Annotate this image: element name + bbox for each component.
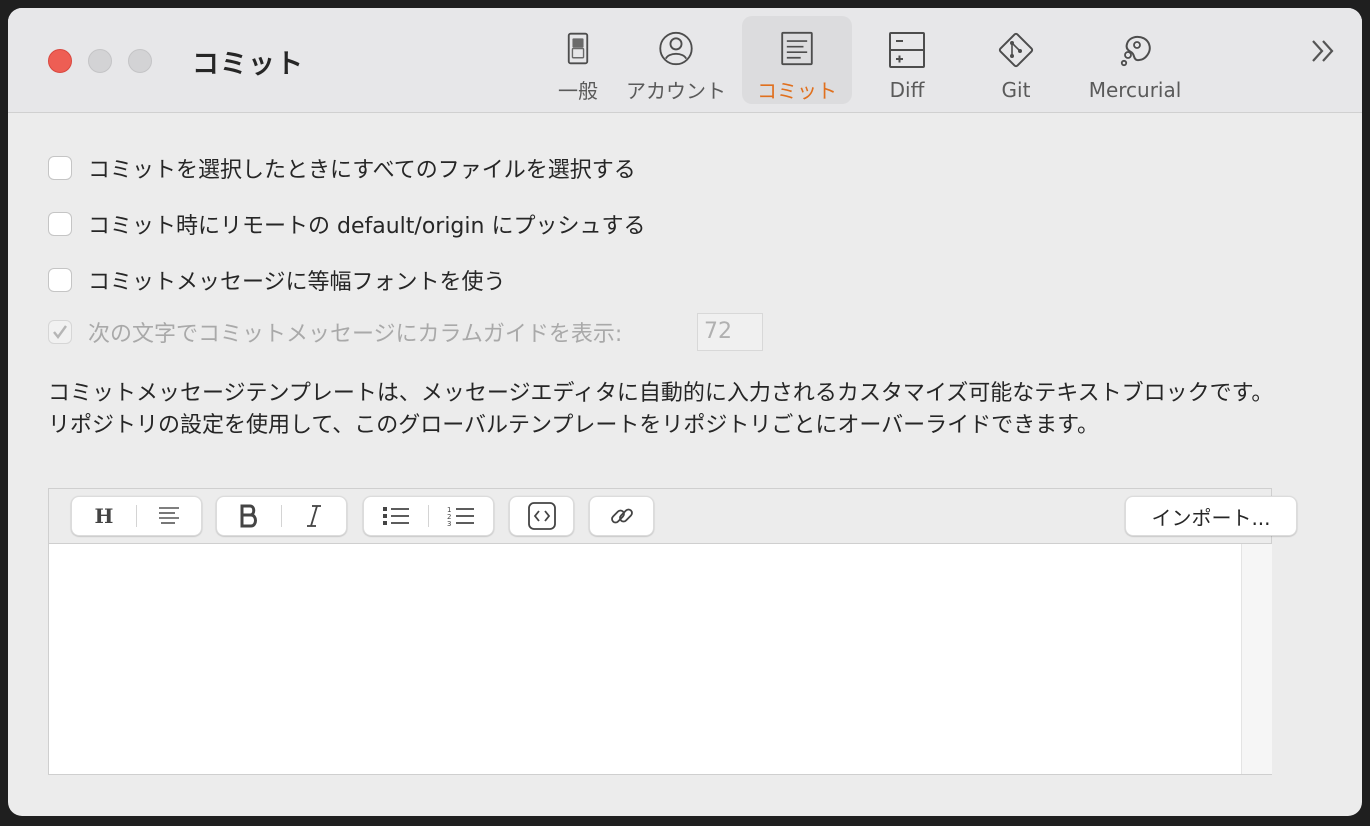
option-select-all-files[interactable]: コミットを選択したときにすべてのファイルを選択する: [48, 153, 636, 183]
option-label: コミット時にリモートの default/origin にプッシュする: [88, 214, 646, 239]
code-group: [509, 496, 574, 536]
tab-general[interactable]: 一般: [528, 16, 628, 104]
code-icon: [527, 502, 556, 530]
template-text-area[interactable]: [49, 544, 1241, 774]
close-window-button[interactable]: [48, 49, 72, 73]
checkmark-icon: [53, 325, 67, 339]
bold-icon: [240, 504, 257, 528]
numbered-list-icon: 1 2 3: [447, 506, 474, 527]
tab-label: Diff: [889, 78, 925, 102]
title-bar: コミット 一般 アカウント コミット Diff Git Mercurial: [8, 8, 1362, 113]
tab-label: アカウント: [626, 79, 726, 103]
heading-icon: H: [94, 504, 114, 528]
import-button[interactable]: インポート...: [1125, 496, 1297, 536]
tab-label: Git: [1001, 78, 1031, 102]
option-label: コミットを選択したときにすべてのファイルを選択する: [88, 158, 636, 183]
heading-button[interactable]: H: [72, 497, 136, 535]
git-icon: [998, 32, 1034, 68]
window-title: コミット: [192, 49, 304, 80]
link-group: [589, 496, 654, 536]
editor-toolbar: H 1 2 3 インポート...: [49, 489, 1297, 544]
link-button[interactable]: [590, 497, 653, 535]
zoom-window-button[interactable]: [128, 49, 152, 73]
bold-button[interactable]: [217, 497, 281, 535]
template-description: コミットメッセージテンプレートは、メッセージエディタに自動的に入力されるカスタマ…: [48, 381, 1274, 438]
tab-git[interactable]: Git: [972, 16, 1060, 104]
paragraph-align-icon: [159, 507, 179, 524]
tab-mercurial[interactable]: Mercurial: [1080, 16, 1190, 104]
text-style-group: [216, 496, 347, 536]
minimize-window-button[interactable]: [88, 49, 112, 73]
diff-icon: [889, 32, 925, 68]
numbered-list-button[interactable]: 1 2 3: [429, 497, 493, 535]
column-guide-input: 72: [697, 313, 763, 351]
mercurial-icon: [1120, 35, 1151, 67]
template-editor: H 1 2 3 インポート...: [48, 488, 1297, 775]
account-icon: [659, 31, 693, 66]
checkbox[interactable]: [48, 156, 72, 180]
option-push-on-commit[interactable]: コミット時にリモートの default/origin にプッシュする: [48, 209, 645, 239]
link-icon: [610, 508, 633, 524]
italic-icon: [307, 505, 321, 527]
option-label: コミットメッセージに等幅フォントを使う: [88, 270, 506, 295]
editor-scrollbar[interactable]: [1241, 544, 1272, 774]
option-label: 次の文字でコミットメッセージにカラムガイドを表示:: [88, 322, 623, 347]
option-monospace-font[interactable]: コミットメッセージに等幅フォントを使う: [48, 265, 506, 295]
italic-button[interactable]: [282, 497, 346, 535]
svg-text:3: 3: [447, 520, 451, 527]
code-button[interactable]: [510, 497, 573, 535]
bullet-list-button[interactable]: [364, 497, 428, 535]
tab-label: 一般: [558, 79, 598, 103]
general-switch-icon: [567, 32, 589, 65]
checkbox[interactable]: [48, 268, 72, 292]
list-group: 1 2 3: [363, 496, 494, 536]
checkbox-checked: [48, 320, 72, 344]
tab-label: コミット: [757, 79, 837, 103]
paragraph-button[interactable]: [137, 497, 201, 535]
preferences-window: コミット 一般 アカウント コミット Diff Git Mercurial コミ…: [8, 8, 1362, 816]
tab-label: Mercurial: [1088, 78, 1182, 102]
tab-commit[interactable]: コミット: [742, 16, 852, 104]
commit-document-icon: [781, 31, 813, 66]
tab-diff[interactable]: Diff: [862, 16, 952, 104]
checkbox[interactable]: [48, 212, 72, 236]
tab-account[interactable]: アカウント: [620, 16, 732, 104]
option-column-guide: 次の文字でコミットメッセージにカラムガイドを表示:: [48, 317, 622, 347]
chevron-double-right-icon[interactable]: [1308, 36, 1338, 66]
bullet-list-icon: [383, 507, 409, 525]
heading-group: H: [71, 496, 202, 536]
